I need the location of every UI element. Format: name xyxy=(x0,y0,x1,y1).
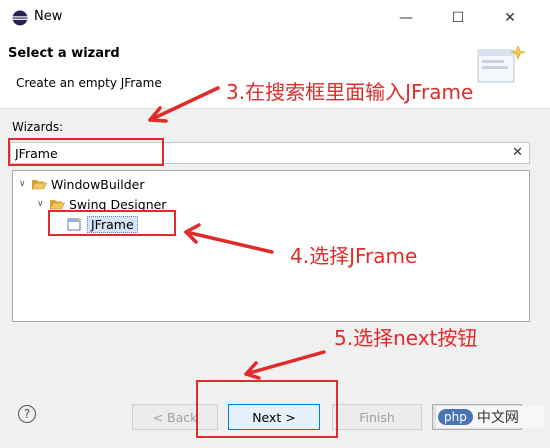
watermark-badge: php xyxy=(438,409,473,425)
chevron-down-icon[interactable]: ∨ xyxy=(19,179,31,189)
chevron-down-icon[interactable]: ∨ xyxy=(37,199,49,209)
eclipse-icon xyxy=(12,10,28,26)
clear-search-icon[interactable]: ✕ xyxy=(512,145,523,160)
wizard-tree[interactable]: ∨ WindowBuilder ∨ Swing Designer JFrame xyxy=(12,170,530,322)
maximize-button[interactable]: ☐ xyxy=(438,4,478,32)
watermark-text: 中文网 xyxy=(476,410,519,426)
next-highlight-box xyxy=(196,380,338,438)
help-icon[interactable]: ? xyxy=(18,405,36,423)
annotation-step5: 5.选择next按钮 xyxy=(334,326,478,350)
page-title: Select a wizard xyxy=(8,46,120,61)
arrow-step5-head xyxy=(244,361,261,380)
wizards-label: Wizards: xyxy=(12,120,64,134)
annotation-step4: 4.选择JFrame xyxy=(290,244,418,268)
arrow-step5 xyxy=(244,350,326,376)
search-highlight-box xyxy=(8,138,164,166)
tree-item-windowbuilder[interactable]: ∨ WindowBuilder xyxy=(19,175,145,193)
arrow-step3-head xyxy=(148,106,168,123)
minimize-button[interactable]: — xyxy=(386,4,426,32)
folder-open-icon xyxy=(49,200,65,210)
page-description: Create an empty JFrame xyxy=(16,76,162,90)
window-title: New xyxy=(34,9,63,24)
jframe-highlight-box xyxy=(48,210,176,236)
folder-open-icon xyxy=(31,180,47,190)
watermark: php 中文网 xyxy=(436,406,544,428)
tree-item-label: WindowBuilder xyxy=(51,176,145,192)
wizard-banner-icon xyxy=(477,45,527,83)
annotation-step3: 3.在搜索框里面输入JFrame xyxy=(226,80,474,104)
finish-button[interactable]: Finish xyxy=(332,404,422,430)
close-button[interactable]: ✕ xyxy=(490,4,530,32)
